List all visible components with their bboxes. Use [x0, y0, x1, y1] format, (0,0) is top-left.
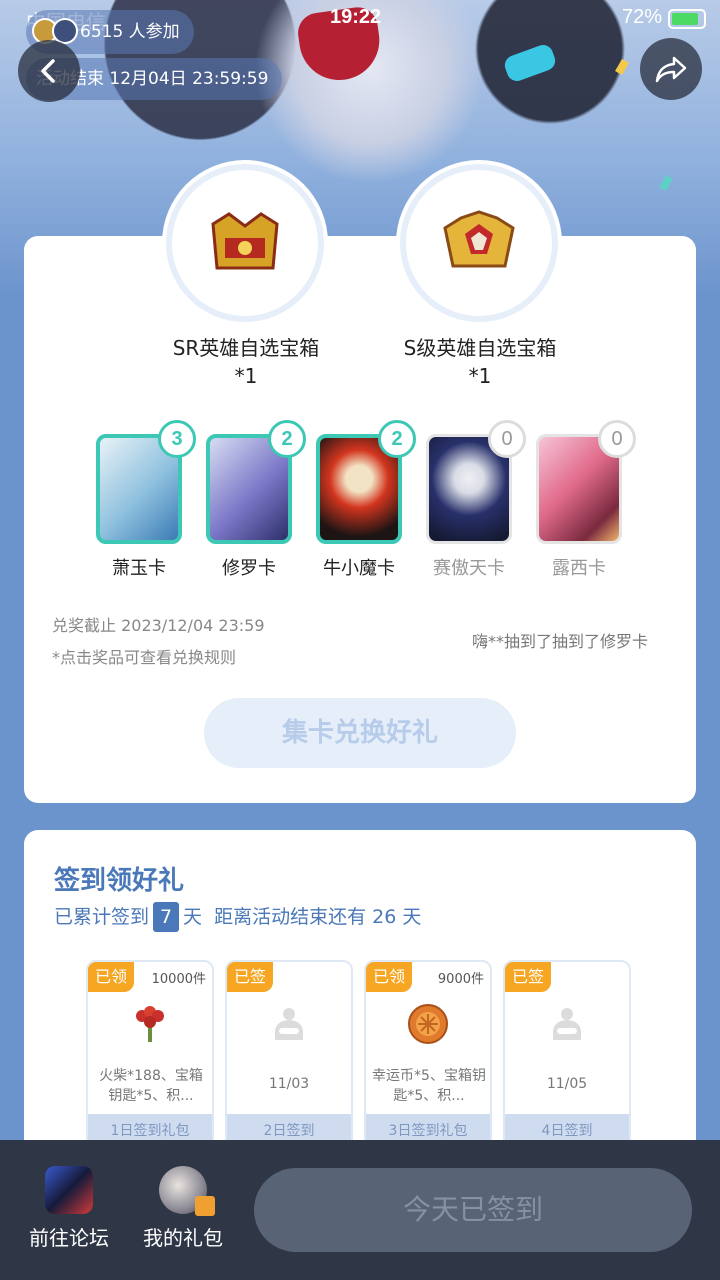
share-icon	[655, 56, 687, 83]
gift-description: 幸运币*5、宝箱钥匙*5、积...	[372, 1068, 486, 1104]
card-count-badge: 0	[598, 420, 636, 458]
signin-title: 签到领好礼	[54, 866, 185, 896]
battery-icon	[668, 9, 706, 29]
card-label: 萧玉卡	[112, 558, 166, 579]
redeem-button[interactable]: 集卡兑换好礼	[204, 698, 516, 768]
card-count-badge: 2	[268, 420, 306, 458]
chest-icon	[211, 212, 279, 270]
signin-day-unit: 天	[183, 906, 203, 928]
clock: 19:22	[330, 6, 382, 28]
reward-qty: *1	[468, 364, 492, 388]
card-count-badge: 0	[488, 420, 526, 458]
card-label: 牛小魔卡	[323, 558, 395, 579]
card-label: 赛傲天卡	[433, 558, 505, 579]
battery-percent: 72%	[622, 6, 663, 28]
status-badge: 已领	[88, 962, 134, 992]
hero-card-xiuluo[interactable]: 2 修罗卡	[206, 420, 306, 579]
share-button[interactable]	[640, 38, 702, 100]
signin-day-3[interactable]: 已领 9000件 幸运币*5、宝箱钥匙*5、积... 3日签到礼包	[364, 960, 492, 1150]
back-button[interactable]	[18, 40, 80, 102]
signin-remaining: 距离活动结束还有 26 天	[214, 906, 422, 928]
card-collection-panel: SR英雄自选宝箱 *1 S级英雄自选宝箱 *1 3 萧玉卡 2 修罗卡 2 牛小…	[24, 164, 696, 803]
signin-summary: 已累计签到 7 天 距离活动结束还有 26 天	[54, 902, 421, 932]
signin-days: 7	[153, 902, 180, 932]
hero-card-saoaotian[interactable]: 0 赛傲天卡	[426, 420, 526, 579]
forum-label: 前往论坛	[29, 1226, 109, 1250]
signin-day-2[interactable]: 已签 11/03 2日签到	[225, 960, 353, 1150]
signin-panel: 签到领好礼 已累计签到 7 天 距离活动结束还有 26 天 已领 10000件 火柴…	[24, 830, 696, 1170]
card-count-badge: 2	[378, 420, 416, 458]
chest-icon	[443, 210, 515, 268]
reward-qty: *1	[234, 364, 258, 388]
draw-broadcast: 嗨**抽到了抽到了修罗卡	[472, 632, 649, 651]
matches-icon	[136, 1006, 164, 1042]
reward-name: SR英雄自选宝箱	[172, 336, 320, 360]
card-label: 露西卡	[552, 558, 606, 579]
participants-count: 6515 人参加	[80, 22, 180, 42]
lucky-coin-icon	[408, 1004, 448, 1044]
signin-date: 11/03	[268, 1076, 310, 1092]
bottom-bar: 前往论坛 我的礼包 今天已签到	[0, 1140, 720, 1280]
hero-card-luxi[interactable]: 0 露西卡	[536, 420, 636, 579]
confetti	[659, 174, 673, 192]
forum-icon	[45, 1166, 93, 1214]
status-badge: 已签	[505, 962, 551, 992]
rule-hint: *点击奖品可查看兑换规则	[52, 648, 237, 667]
signin-prefix: 已累计签到	[54, 906, 150, 928]
reward-name: S级英雄自选宝箱	[403, 336, 557, 360]
stock-count: 10000件	[151, 972, 206, 987]
signed-today-button[interactable]: 今天已签到	[254, 1168, 692, 1252]
signin-day-4[interactable]: 已签 11/05 4日签到	[503, 960, 631, 1150]
reward-s-chest[interactable]	[400, 164, 558, 322]
mascot-placeholder-icon	[553, 1008, 581, 1040]
gift-description: 火柴*188、宝箱钥匙*5、积...	[99, 1068, 203, 1104]
gifts-label: 我的礼包	[143, 1226, 223, 1250]
signin-day-1[interactable]: 已领 10000件 火柴*188、宝箱钥匙*5、积... 1日签到礼包	[86, 960, 214, 1150]
gift-avatar-icon	[159, 1166, 215, 1216]
hero-card-niuxiaomo[interactable]: 2 牛小魔卡	[316, 420, 416, 579]
chevron-left-icon	[41, 59, 55, 83]
hero-card-xiaoyu[interactable]: 3 萧玉卡	[96, 420, 196, 579]
status-badge: 已签	[227, 962, 273, 992]
signin-date: 11/05	[546, 1076, 588, 1092]
card-label: 修罗卡	[222, 558, 276, 579]
my-gifts-button[interactable]: 我的礼包	[138, 1166, 228, 1251]
reward-sr-chest[interactable]	[166, 164, 324, 322]
forum-button[interactable]: 前往论坛	[24, 1166, 114, 1251]
status-badge: 已领	[366, 962, 412, 992]
stock-count: 9000件	[437, 972, 484, 987]
exchange-deadline: 兑奖截止 2023/12/04 23:59	[52, 616, 265, 635]
card-count-badge: 3	[158, 420, 196, 458]
mascot-placeholder-icon	[275, 1008, 303, 1040]
gift-box-icon	[195, 1196, 215, 1216]
